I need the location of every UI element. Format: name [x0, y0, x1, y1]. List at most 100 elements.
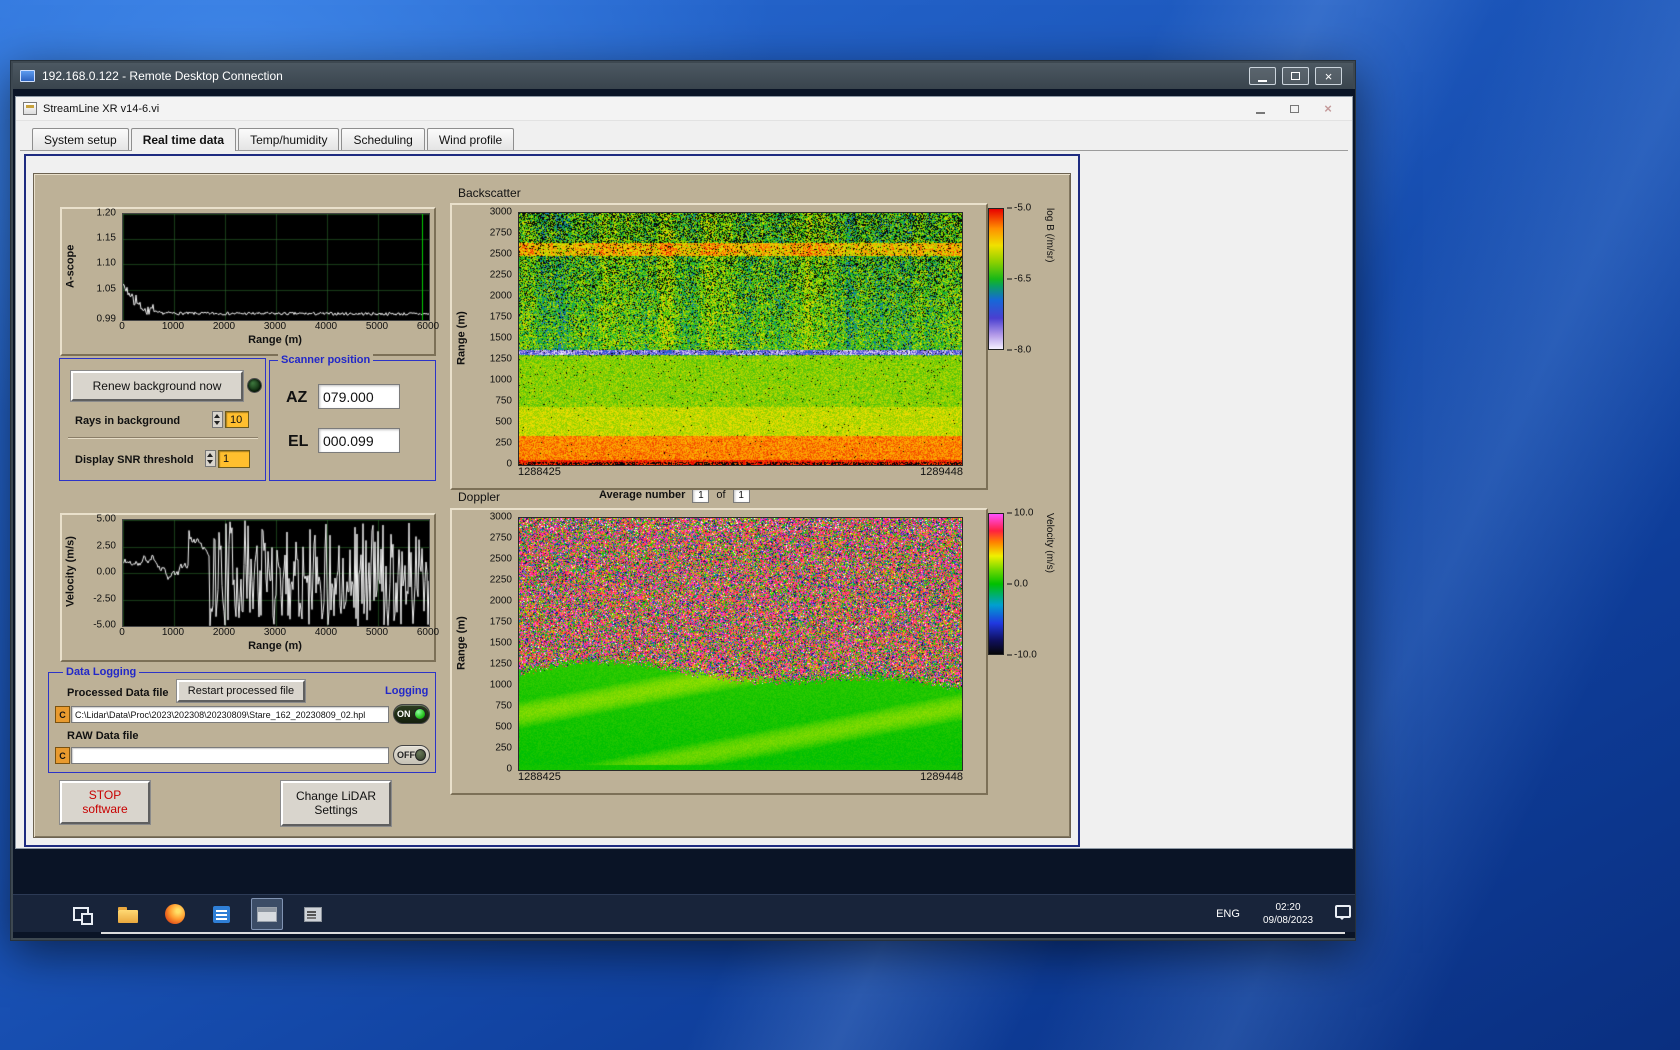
x-tick-label: 3000	[264, 627, 286, 638]
app-titlebar[interactable]: StreamLine XR v14-6.vi ×	[16, 97, 1352, 121]
processed-data-file-path[interactable]: C:\Lidar\Data\Proc\2023\202308\20230809\…	[71, 706, 389, 723]
notifications-button[interactable]	[1335, 905, 1351, 918]
y-tick-label: 2250	[490, 575, 512, 586]
minimize-icon	[1256, 112, 1265, 114]
y-tick-label: 2500	[490, 554, 512, 565]
y-tick-label: 2500	[490, 249, 512, 260]
doppler-colorbar-title: Velocity (m/s)	[1044, 513, 1055, 655]
backscatter-x-ticks: 1288425 1289448	[518, 466, 963, 478]
restart-processed-file-button[interactable]: Restart processed file	[177, 680, 305, 702]
app-restore-button[interactable]	[1277, 99, 1311, 119]
y-tick-label: 1000	[490, 375, 512, 386]
ascope-plot-area	[122, 213, 430, 321]
snr-threshold-field[interactable]: 1	[218, 450, 250, 468]
firefox-icon	[165, 904, 185, 924]
renew-background-button[interactable]: Renew background now	[71, 371, 243, 401]
ascope-graph: A-scope 1.201.151.101.050.99 01000200030…	[60, 207, 436, 356]
decrement-icon[interactable]	[206, 459, 215, 467]
renew-background-led	[247, 378, 262, 393]
x-tick-label: 4000	[315, 321, 337, 332]
tab-system-setup[interactable]: System setup	[32, 128, 129, 150]
y-tick-label: 1000	[490, 680, 512, 691]
rdp-minimize-button[interactable]	[1249, 67, 1276, 85]
rdp-window-title: 192.168.0.122 - Remote Desktop Connectio…	[42, 69, 283, 83]
backscatter-y-axis-title: Range (m)	[454, 212, 469, 464]
taskbar-clock[interactable]: 02:20 09/08/2023	[1247, 901, 1329, 927]
colorbar-tick-label: -5.0	[1007, 203, 1031, 214]
file-explorer-button[interactable]	[112, 898, 144, 930]
y-tick-label: 500	[495, 417, 512, 428]
change-lidar-settings-button[interactable]: Change LiDAR Settings	[281, 781, 391, 826]
taskbar-underline	[101, 932, 1345, 934]
streamline-app-window: StreamLine XR v14-6.vi × System setup Re…	[15, 96, 1353, 849]
processed-logging-toggle[interactable]: ON	[393, 704, 430, 724]
task-view-icon	[73, 907, 89, 921]
language-indicator[interactable]: ENG	[1211, 898, 1245, 930]
raw-data-file-path[interactable]	[71, 747, 389, 764]
x-tick-label: 0	[119, 627, 125, 638]
y-tick-label: 0.99	[97, 314, 116, 325]
x-end-label: 1289448	[920, 771, 963, 783]
tab-temp-humidity[interactable]: Temp/humidity	[238, 128, 339, 150]
doppler-y-axis-title: Range (m)	[454, 517, 469, 769]
scanner-position-title: Scanner position	[278, 354, 373, 367]
azimuth-field[interactable]: 079.000	[318, 384, 400, 409]
tab-real-time-data[interactable]: Real time data	[131, 128, 236, 151]
app-close-button[interactable]: ×	[1311, 99, 1345, 119]
backscatter-plot-area	[518, 212, 963, 466]
change-button-line1: Change LiDAR	[296, 790, 376, 804]
y-tick-label: 250	[495, 743, 512, 754]
x-start-label: 1288425	[518, 466, 561, 478]
doppler-colorbar-gradient	[988, 513, 1004, 655]
ascope-x-ticks: 0100020003000400050006000	[122, 321, 428, 333]
raw-path-type-icon: C	[55, 747, 70, 764]
folder-icon	[118, 910, 138, 923]
rays-in-background-field[interactable]: 10	[225, 411, 249, 428]
scan-scheduler-button[interactable]	[297, 898, 329, 930]
raw-data-file-label: RAW Data file	[67, 730, 139, 742]
y-tick-label: 1.20	[97, 208, 116, 219]
task-view-button[interactable]	[65, 898, 97, 930]
average-of-label: of	[716, 489, 725, 501]
rdp-titlebar[interactable]: 192.168.0.122 - Remote Desktop Connectio…	[13, 63, 1353, 89]
y-tick-label: 1250	[490, 659, 512, 670]
app-minimize-button[interactable]	[1243, 99, 1277, 119]
app-window-icon	[257, 907, 277, 922]
y-tick-label: 5.00	[97, 514, 116, 525]
increment-icon[interactable]	[213, 412, 222, 420]
velocity-graph: Velocity (m/s) 5.002.500.00-2.50-5.00 01…	[60, 513, 436, 662]
document-app-button[interactable]	[205, 898, 237, 930]
logging-label: Logging	[385, 685, 428, 697]
desktop: 192.168.0.122 - Remote Desktop Connectio…	[0, 0, 1680, 1050]
x-tick-label: 1000	[162, 321, 184, 332]
y-tick-label: 2000	[490, 596, 512, 607]
average-number-label: Average number	[599, 489, 685, 501]
colorbar-tick-label: 10.0	[1007, 508, 1033, 519]
raw-logging-toggle[interactable]: OFF	[393, 745, 430, 765]
tab-scheduling[interactable]: Scheduling	[341, 128, 424, 150]
y-tick-label: 500	[495, 722, 512, 733]
rays-spinner[interactable]	[212, 411, 223, 428]
streamline-app-button[interactable]	[251, 898, 283, 930]
colorbar-tick-label: -10.0	[1007, 650, 1037, 661]
rdp-window: 192.168.0.122 - Remote Desktop Connectio…	[10, 60, 1356, 941]
y-tick-label: -5.00	[93, 620, 116, 631]
tab-bar: System setup Real time data Temp/humidit…	[20, 128, 1348, 151]
taskbar-date: 09/08/2023	[1247, 914, 1329, 927]
firefox-button[interactable]	[159, 898, 191, 930]
rdp-window-controls: ×	[1249, 67, 1342, 85]
elevation-field[interactable]: 000.099	[318, 428, 400, 453]
x-tick-label: 0	[119, 321, 125, 332]
rdp-maximize-button[interactable]	[1282, 67, 1309, 85]
doppler-colorbar-ticks: 10.00.0-10.0	[1007, 513, 1043, 655]
stop-software-button[interactable]: STOP software	[60, 781, 150, 824]
tab-wind-profile[interactable]: Wind profile	[427, 128, 514, 150]
y-tick-label: 2750	[490, 228, 512, 239]
rdp-close-button[interactable]: ×	[1315, 67, 1342, 85]
x-tick-label: 2000	[213, 321, 235, 332]
increment-icon[interactable]	[206, 451, 215, 459]
minimize-icon	[1258, 80, 1267, 82]
snr-spinner[interactable]	[205, 450, 216, 467]
decrement-icon[interactable]	[213, 420, 222, 428]
y-tick-label: 2.50	[97, 540, 116, 551]
